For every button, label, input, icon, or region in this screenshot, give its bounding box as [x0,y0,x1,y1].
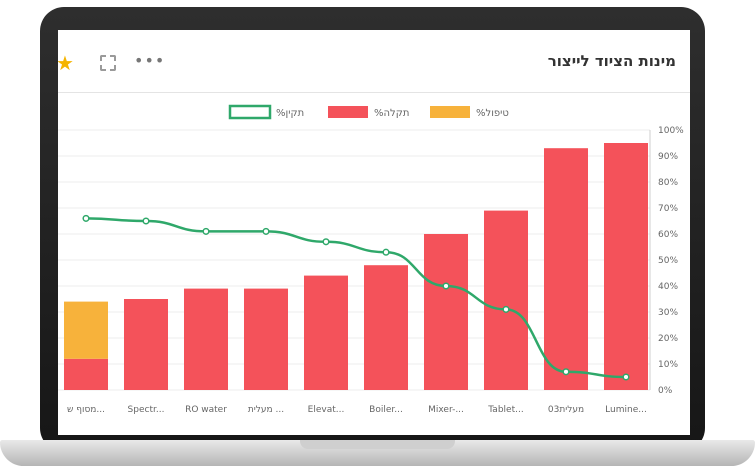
line-point [622,373,630,381]
line-point [382,248,390,256]
line-point [442,282,450,290]
bar [124,299,168,390]
x-tick-label: Lumine... [605,405,647,415]
legend-label: %תקין [276,108,304,119]
bar [484,210,528,390]
laptop-notch [300,440,455,449]
x-tick-label: מסוף ש... [67,405,105,415]
line-point [562,368,570,376]
x-tick-label: מעלית ... [248,405,284,415]
y-tick-label: 30% [658,308,678,318]
x-axis: מסוף ש... Spectr... RO water מעלית ... Eleva… [67,405,647,415]
x-tick-label: Elevat... [308,405,345,415]
bar [544,148,588,390]
x-tick-label: Mixer-... [428,405,464,415]
x-tick-label: מעלית03 [548,405,584,415]
y-tick-label: 90% [658,152,678,162]
line-point [82,214,90,222]
y-tick-label: 40% [658,282,678,292]
y-tick-label: 10% [658,360,678,370]
bar [364,265,408,390]
line-point [322,238,330,246]
legend-label: %טיפול [476,108,509,119]
legend-label: %תקלה [374,108,409,119]
y-tick-label: 20% [658,334,678,344]
line-point [502,305,510,313]
legend: %טיפול %תקלה %תקין [228,104,509,120]
screen: מינות הציוד לייצור ★ ••• 0% 10% 20% 30% 40% 5… [58,30,690,435]
line-point [202,227,210,235]
bar [184,288,228,390]
bars [64,143,648,390]
bar [604,143,648,390]
y-tick-label: 70% [658,204,678,214]
legend-swatch [328,106,368,118]
legend-swatch [228,104,272,120]
line-point [142,217,150,225]
y-tick-label: 80% [658,178,678,188]
x-tick-label: Boiler... [369,405,403,415]
line-point [262,227,270,235]
legend-swatch [430,106,470,118]
bar [244,288,288,390]
x-tick-label: Spectr... [128,405,165,415]
x-tick-label: Tablet... [487,405,523,415]
bar [64,358,108,390]
y-axis: 0% 10% 20% 30% 40% 50% 60% 70% 80% 90% 100% [649,126,684,396]
bar [304,275,348,390]
x-tick-label: RO water [185,405,227,415]
bar [64,301,108,359]
y-tick-label: 60% [658,230,678,240]
y-tick-label: 50% [658,256,678,266]
bar [424,234,468,390]
y-tick-label: 100% [658,126,684,136]
y-tick-label: 0% [658,386,673,396]
chart-area: 0% 10% 20% 30% 40% 50% 60% 70% 80% 90% 100% מסוף ש… [58,104,684,415]
